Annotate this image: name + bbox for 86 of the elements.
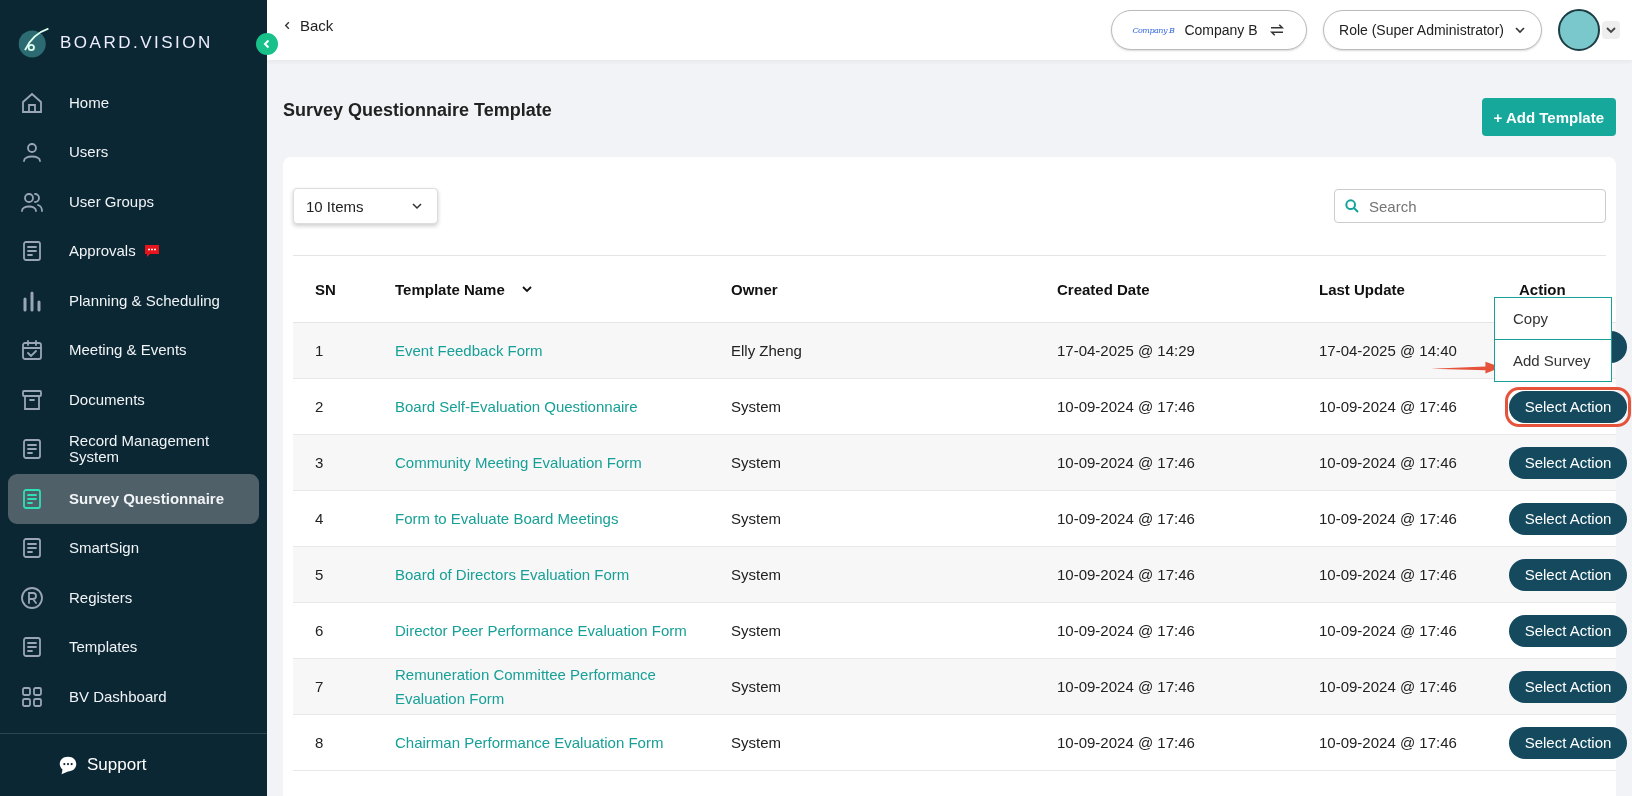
table-cell-text: 3: [315, 452, 324, 473]
nav-item[interactable]: Record Management System: [8, 424, 259, 474]
nav-item[interactable]: BV Dashboard: [8, 672, 259, 722]
home-icon: [20, 90, 44, 115]
company-switcher[interactable]: Company B Company B: [1111, 10, 1307, 50]
chevron-down-icon[interactable]: [1602, 21, 1620, 39]
chevron-down-icon: [411, 200, 423, 212]
table-cell-text: 10-09-2024 @ 17:46: [1057, 620, 1195, 641]
nav-item[interactable]: Survey Questionnaire: [8, 474, 259, 524]
user-avatar[interactable]: [1558, 9, 1600, 51]
select-action-button[interactable]: Select Action: [1509, 390, 1627, 423]
table-cell-text: System: [731, 620, 781, 641]
column-header: SN: [314, 280, 337, 298]
table-cell-text: 10-09-2024 @ 17:46: [1057, 396, 1195, 417]
grid-icon: [20, 684, 44, 709]
column-header: Owner: [730, 280, 779, 298]
table-cell-text: System: [731, 452, 781, 473]
search-field[interactable]: Search: [1334, 189, 1606, 223]
menu-item[interactable]: Add Survey: [1495, 339, 1611, 381]
nav-item[interactable]: Documents: [8, 375, 259, 425]
nav-item[interactable]: Home: [8, 78, 259, 128]
chat-bubble-icon: [57, 754, 79, 776]
table-cell-text: 4: [315, 508, 324, 529]
table-cell-text: 10-09-2024 @ 17:46: [1057, 676, 1195, 697]
table-cell-text: 10-09-2024 @ 17:46: [1319, 396, 1457, 417]
column-header[interactable]: Template Name: [373, 280, 709, 298]
table-cell-text: System: [731, 396, 781, 417]
user-icon: [20, 140, 44, 165]
select-action-button[interactable]: Select Action: [1509, 502, 1627, 535]
support-button[interactable]: Support: [57, 754, 147, 776]
table-cell-text: 17-04-2025 @ 14:40: [1319, 340, 1457, 361]
table-cell-text: 10-09-2024 @ 17:46: [1057, 564, 1195, 585]
cal-icon: [20, 338, 44, 363]
box-icon: [20, 387, 44, 412]
nav-item[interactable]: Planning & Scheduling: [8, 276, 259, 326]
nav-item[interactable]: Templates: [8, 622, 259, 672]
table-cell-text: 10-09-2024 @ 17:46: [1319, 676, 1457, 697]
select-action-button[interactable]: Select Action: [1509, 614, 1627, 647]
table-cell-text: System: [731, 508, 781, 529]
brand-name: BOARD.VISION: [60, 33, 213, 53]
table-cell-text: 10-09-2024 @ 17:46: [1319, 508, 1457, 529]
table-cell-text: 10-09-2024 @ 17:46: [1319, 564, 1457, 585]
table-cell-text: System: [731, 732, 781, 753]
table-cell-text: Elly Zheng: [731, 340, 802, 361]
select-action-button[interactable]: Select Action: [1509, 446, 1627, 479]
nav-item[interactable]: Meeting & Events: [8, 325, 259, 375]
column-header: Action: [1518, 280, 1567, 298]
chevron-left-icon: [262, 39, 272, 49]
table-cell-text: 10-09-2024 @ 17:46: [1057, 452, 1195, 473]
collapse-sidebar-button[interactable]: [256, 33, 278, 55]
table-cell-text: 1: [315, 340, 324, 361]
menu-item[interactable]: Copy: [1495, 298, 1611, 339]
select-action-button[interactable]: Select Action: [1509, 726, 1627, 759]
page-size-dropdown[interactable]: 10 Items: [293, 188, 438, 224]
table-cell-text: 2: [315, 396, 324, 417]
doc-icon: [20, 239, 44, 264]
column-header: Last Update: [1318, 280, 1406, 298]
table-cell-text: 10-09-2024 @ 17:46: [1319, 620, 1457, 641]
back-button[interactable]: Back: [283, 17, 334, 34]
chevron-left-icon: [283, 21, 292, 30]
table-cell-text: System: [731, 564, 781, 585]
table-cell-text: System: [731, 676, 781, 697]
table-cell-text: 5: [315, 564, 324, 585]
nav-item[interactable]: Approvals: [8, 226, 259, 276]
role-dropdown[interactable]: Role (Super Administrator): [1323, 10, 1542, 50]
company-logo: Company B: [1132, 25, 1175, 35]
select-action-button[interactable]: Select Action: [1509, 670, 1627, 703]
table-cell-text: 10-09-2024 @ 17:46: [1057, 732, 1195, 753]
table-cell-text: 7: [315, 676, 324, 697]
table-cell-text: 8: [315, 732, 324, 753]
nav-item[interactable]: User Groups: [8, 177, 259, 227]
nav-item[interactable]: SmartSign: [8, 523, 259, 573]
chevron-down-icon: [520, 283, 533, 295]
nav-item[interactable]: Users: [8, 127, 259, 177]
table-cell-text: 10-09-2024 @ 17:46: [1057, 508, 1195, 529]
nav-item[interactable]: Registers: [8, 573, 259, 623]
column-header: Created Date: [1056, 280, 1151, 298]
table-cell-text: 17-04-2025 @ 14:29: [1057, 340, 1195, 361]
page-title: Survey Questionnaire Template: [283, 100, 552, 121]
reg-icon: [20, 585, 44, 610]
table-cell-text: 10-09-2024 @ 17:46: [1319, 452, 1457, 473]
chevron-down-icon: [1513, 24, 1526, 36]
table-cell-text: 10-09-2024 @ 17:46: [1319, 732, 1457, 753]
search-icon: [1344, 198, 1360, 214]
select-action-button[interactable]: Select Action: [1509, 558, 1627, 591]
table-cell-text: 6: [315, 620, 324, 641]
